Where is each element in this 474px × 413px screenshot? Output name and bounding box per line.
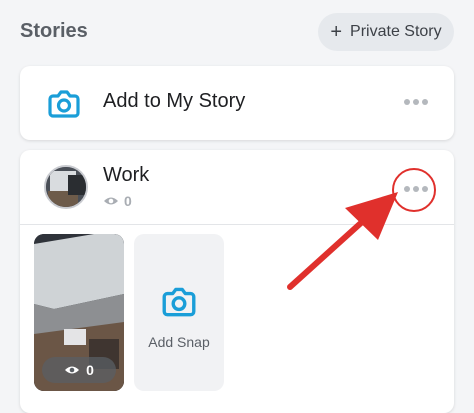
snap-thumbnail[interactable]: 0: [34, 234, 124, 391]
snap-view-count: 0: [42, 357, 116, 383]
camera-icon: [162, 287, 196, 317]
highlight-circle: [392, 168, 436, 212]
story-card-work: Work 0 0 Add Snap: [20, 150, 454, 413]
camera-icon: [48, 90, 80, 118]
eye-icon: [104, 197, 118, 205]
divider: [20, 224, 454, 225]
add-snap-label: Add Snap: [148, 334, 210, 350]
private-story-button[interactable]: + Private Story: [318, 13, 454, 51]
add-to-my-story-card[interactable]: Add to My Story: [20, 66, 454, 140]
add-to-my-story-label: Add to My Story: [103, 90, 246, 112]
story-view-count-value: 0: [124, 193, 132, 209]
snap-view-count-value: 0: [86, 362, 94, 378]
add-snap-button[interactable]: Add Snap: [134, 234, 224, 391]
story-view-count: 0: [103, 193, 132, 209]
story-avatar[interactable]: [44, 165, 88, 209]
add-story-more-icon[interactable]: [404, 98, 428, 106]
stories-heading: Stories: [20, 20, 88, 42]
eye-icon: [65, 366, 80, 374]
story-title[interactable]: Work: [103, 164, 149, 187]
private-story-label: Private Story: [350, 23, 442, 40]
plus-icon: +: [330, 21, 343, 43]
